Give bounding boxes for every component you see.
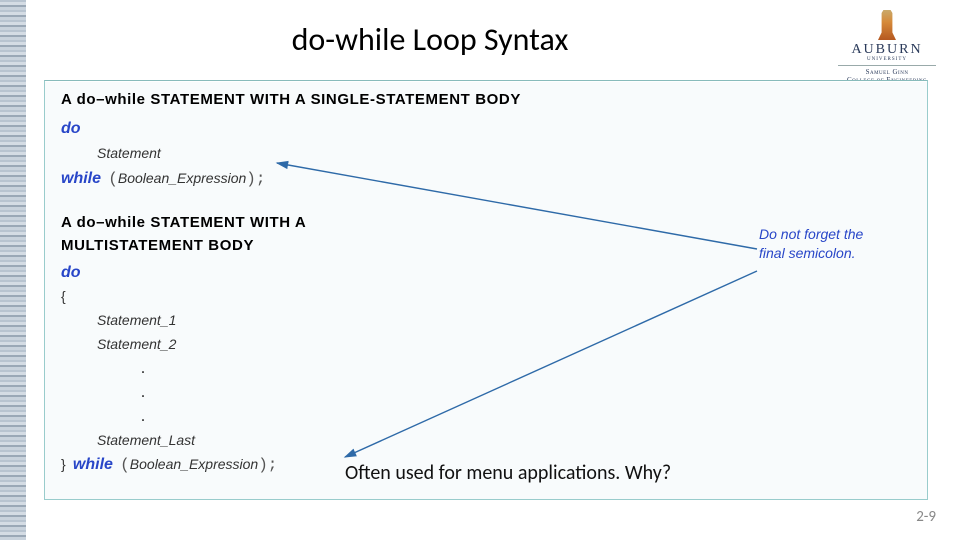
brace-close: } [61,456,66,472]
page-number: 2-9 [916,508,936,526]
paren-open: ( [108,170,118,188]
code-bool-expr: Boolean_Expression [130,456,258,472]
brace-open: { [61,288,66,304]
caption-question: Often used for menu applications. Why? [345,461,671,485]
university-logo: AUBURN UNIVERSITY Samuel Ginn College of… [832,10,942,84]
keyword-do: do [61,120,81,137]
heading-single-statement: A do–while STATEMENT WITH A SINGLE-STATE… [61,91,521,108]
code-statement-last: Statement_Last [97,432,195,448]
slide-title: do-while Loop Syntax [40,20,820,59]
code-block-single: do Statement while (Boolean_Expression); [61,117,265,191]
heading-multi-statement: A do–while STATEMENT WITH A MULTISTATEME… [61,211,306,258]
tower-icon [878,10,896,40]
semicolon-note: Do not forget the final semicolon. [759,225,889,263]
logo-divider [838,65,936,66]
paren-close-semi: ); [246,170,265,188]
code-statement: Statement [97,145,161,161]
paren-close-semi: ); [258,456,277,474]
keyword-while: while [73,456,113,473]
code-bool-expr: Boolean_Expression [118,170,246,186]
heading-multi-line1: A do–while STATEMENT WITH A [61,214,306,231]
code-ellipsis-dot: . [141,381,277,405]
code-statement-1: Statement_1 [97,312,176,328]
paren-open: ( [120,456,130,474]
logo-name: AUBURN [832,42,942,58]
code-block-multi: do { Statement_1 Statement_2 . . . State… [61,261,277,477]
decorative-left-strip [0,0,26,540]
keyword-do: do [61,264,81,281]
syntax-panel: A do–while STATEMENT WITH A SINGLE-STATE… [44,80,928,500]
code-statement-2: Statement_2 [97,336,176,352]
keyword-while: while [61,170,101,187]
heading-multi-line2: MULTISTATEMENT BODY [61,237,254,254]
logo-university: UNIVERSITY [832,57,942,62]
code-ellipsis-dot: . [141,357,277,381]
code-ellipsis-dot: . [141,405,277,429]
